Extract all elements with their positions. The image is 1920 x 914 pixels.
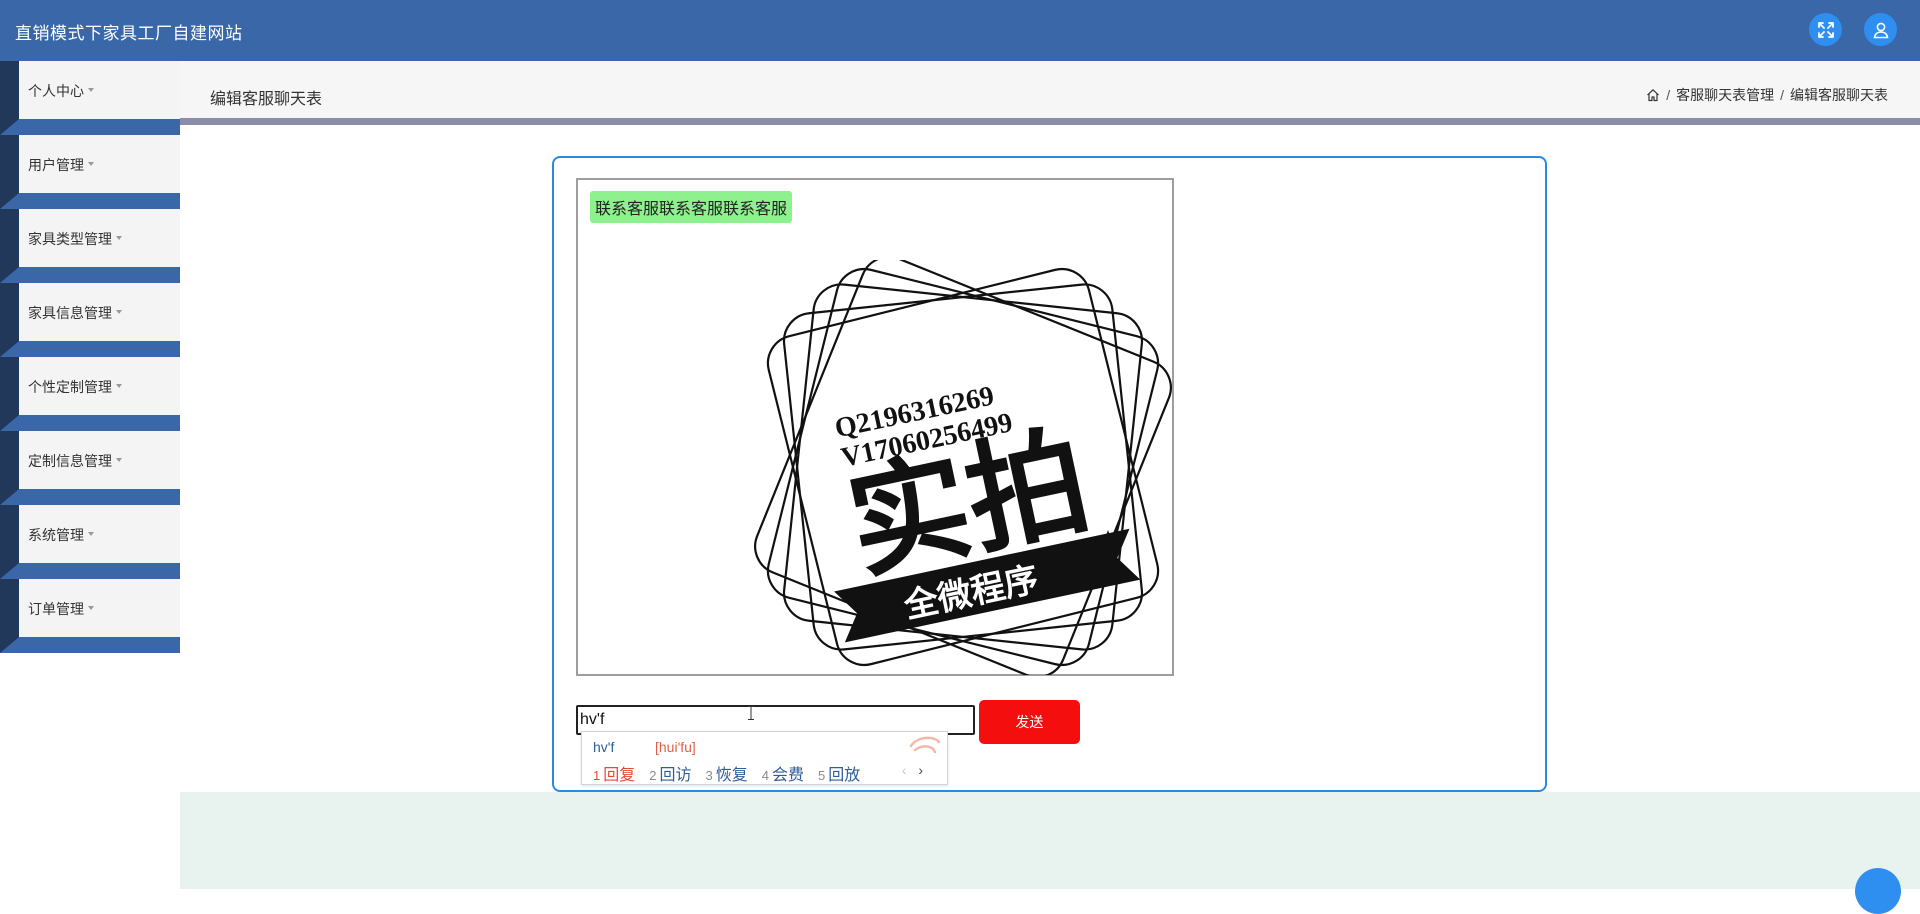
caret-down-icon: [116, 310, 122, 315]
ime-candidate[interactable]: 4 会费: [762, 761, 804, 785]
breadcrumb-item-chat-management[interactable]: 客服聊天表管理: [1676, 85, 1774, 105]
sidebar-divider: [0, 489, 180, 505]
sidebar: 个人中心 用户管理 家具类型管理 家具信息管理 个性定制管理 定制信息管理 系统…: [0, 61, 180, 654]
chat-card: 联系客服联系客服联系客服 Q2196316269 V17060256499 实拍…: [552, 156, 1547, 792]
ime-composition: hv'f: [593, 739, 615, 755]
breadcrumb: / 客服聊天表管理 / 编辑客服聊天表: [1646, 85, 1888, 105]
footer-area: [180, 792, 1920, 889]
chat-history[interactable]: 联系客服联系客服联系客服 Q2196316269 V17060256499 实拍…: [576, 178, 1174, 676]
send-button[interactable]: 发送: [979, 700, 1080, 744]
fullscreen-icon: [1817, 21, 1834, 38]
top-header: 直销模式下家具工厂自建网站: [0, 0, 1920, 61]
caret-down-icon: [116, 458, 122, 463]
page-title: 编辑客服聊天表: [210, 91, 323, 108]
ime-candidate-popup: hv'f [hui'fu] 1 回复 2 回访 3 恢复 4 会费 5 回放 ‹ ›: [581, 731, 948, 785]
sidebar-item-orders[interactable]: 订单管理: [0, 579, 180, 637]
sidebar-block: 个性定制管理: [0, 357, 180, 431]
breadcrumb-underline: [180, 118, 1920, 125]
sidebar-item-label: 用户管理: [28, 157, 84, 173]
ime-prev-page[interactable]: ‹: [902, 762, 907, 778]
breadcrumb-separator: /: [1666, 87, 1671, 103]
caret-down-icon: [88, 532, 94, 537]
ime-candidate[interactable]: 1 回复: [593, 761, 635, 785]
sidebar-divider: [0, 563, 180, 579]
chat-message-bubble: 联系客服联系客服联系客服: [590, 191, 793, 223]
sidebar-item-label: 家具信息管理: [28, 305, 112, 321]
caret-down-icon: [88, 162, 94, 167]
text-cursor-icon: [748, 706, 754, 720]
sidebar-block: 家具信息管理: [0, 283, 180, 357]
ime-next-page[interactable]: ›: [918, 762, 923, 778]
sidebar-divider: [0, 267, 180, 283]
sidebar-block: 系统管理: [0, 505, 180, 579]
breadcrumb-separator: /: [1780, 87, 1784, 103]
sidebar-item-label: 订单管理: [28, 601, 84, 617]
user-icon: [1873, 22, 1888, 38]
sidebar-divider: [0, 193, 180, 209]
sidebar-item-label: 系统管理: [28, 527, 84, 543]
sidebar-divider: [0, 341, 180, 357]
sidebar-item-custom-order[interactable]: 个性定制管理: [0, 357, 180, 415]
sidebar-block: 定制信息管理: [0, 431, 180, 505]
sidebar-item-custom-info[interactable]: 定制信息管理: [0, 431, 180, 489]
sidebar-item-system[interactable]: 系统管理: [0, 505, 180, 563]
sidebar-block: 个人中心: [0, 61, 180, 135]
chat-message-image: Q2196316269 V17060256499 实拍 全微程序: [754, 260, 1172, 675]
sidebar-block: 家具类型管理: [0, 209, 180, 283]
caret-down-icon: [88, 606, 94, 611]
ime-pinyin: [hui'fu]: [655, 739, 696, 755]
site-title: 直销模式下家具工厂自建网站: [15, 24, 243, 43]
sidebar-divider: [0, 637, 180, 653]
floating-action-button[interactable]: [1855, 868, 1901, 914]
fullscreen-button[interactable]: [1809, 13, 1842, 46]
caret-down-icon: [116, 384, 122, 389]
breadcrumb-item-current: 编辑客服聊天表: [1790, 87, 1888, 103]
ime-candidates: 1 回复 2 回访 3 恢复 4 会费 5 回放: [593, 761, 874, 785]
sidebar-item-furniture-type[interactable]: 家具类型管理: [0, 209, 180, 267]
sidebar-item-label: 个性定制管理: [28, 379, 112, 395]
sidebar-block: 订单管理: [0, 579, 180, 653]
caret-down-icon: [88, 88, 94, 93]
home-icon[interactable]: [1646, 88, 1660, 102]
user-button[interactable]: [1864, 13, 1897, 46]
ime-candidate[interactable]: 2 回访: [649, 761, 691, 785]
sidebar-item-label: 家具类型管理: [28, 231, 112, 247]
sidebar-item-furniture-info[interactable]: 家具信息管理: [0, 283, 180, 341]
breadcrumb-bar: 编辑客服聊天表 / 客服聊天表管理 / 编辑客服聊天表: [180, 61, 1920, 118]
sidebar-block: 用户管理: [0, 135, 180, 209]
caret-down-icon: [116, 236, 122, 241]
sidebar-item-user-management[interactable]: 用户管理: [0, 135, 180, 193]
ime-page-nav: ‹ ›: [902, 762, 923, 778]
ime-candidate[interactable]: 5 回放: [818, 761, 860, 785]
sidebar-item-label: 定制信息管理: [28, 453, 112, 469]
sidebar-divider: [0, 119, 180, 135]
sidebar-item-label: 个人中心: [28, 83, 84, 99]
ime-candidate[interactable]: 3 恢复: [706, 761, 748, 785]
sidebar-divider: [0, 415, 180, 431]
ime-logo-icon: [909, 736, 941, 754]
sidebar-item-personal-center[interactable]: 个人中心: [0, 61, 180, 119]
